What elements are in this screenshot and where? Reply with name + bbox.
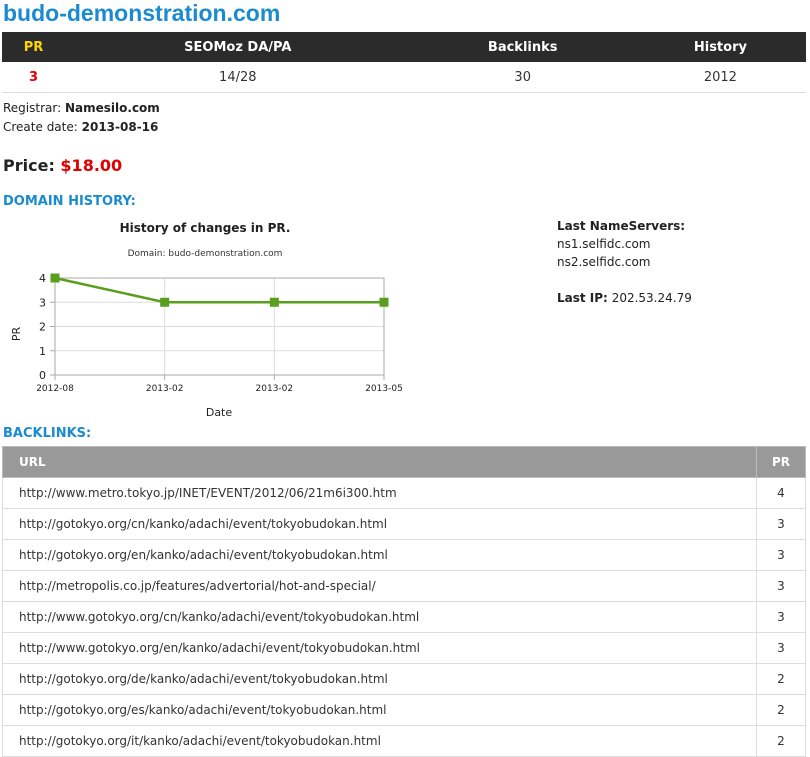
table-row: http://www.gotokyo.org/cn/kanko/adachi/e… (2, 601, 806, 633)
stats-table: PR SEOMoz DA/PA Backlinks History 3 14/2… (2, 32, 806, 93)
last-ip-label: Last IP: (557, 291, 608, 305)
stats-value-seomoz: 14/28 (64, 62, 411, 93)
table-row: http://www.gotokyo.org/en/kanko/adachi/e… (2, 632, 806, 664)
backlink-url[interactable]: http://gotokyo.org/en/kanko/adachi/event… (2, 539, 757, 571)
stats-header-backlinks: Backlinks (410, 32, 635, 62)
x-tick-label: 2013-02 (146, 384, 184, 394)
backlinks-header-url[interactable]: URL (2, 446, 757, 478)
domain-history-title: DOMAIN HISTORY: (3, 194, 136, 209)
price: Price: $18.00 (3, 156, 122, 175)
table-row: http://gotokyo.org/es/kanko/adachi/event… (2, 694, 806, 726)
backlinks-header-pr[interactable]: PR (756, 446, 806, 478)
price-label: Price: (3, 156, 55, 175)
registrar-label: Registrar: (3, 101, 62, 115)
stats-value-row: 3 14/28 30 2012 (2, 62, 806, 93)
chart-subtitle: Domain: budo-demonstration.com (128, 249, 283, 259)
pr-history-chart: History of changes in PR. Domain: budo-d… (10, 221, 403, 419)
create-date-info: Create date: 2013-08-16 (3, 120, 158, 134)
backlink-url[interactable]: http://www.gotokyo.org/cn/kanko/adachi/e… (2, 601, 757, 633)
table-row: http://gotokyo.org/en/kanko/adachi/event… (2, 539, 806, 571)
backlink-pr: 3 (756, 539, 806, 571)
stats-header-seomoz: SEOMoz DA/PA (64, 32, 411, 62)
stats-header-pr: PR (2, 32, 65, 62)
pr-data-point (269, 297, 279, 307)
nameserver-1: ns1.selfidc.com (557, 237, 651, 251)
table-row: http://www.metro.tokyo.jp/INET/EVENT/201… (2, 477, 806, 509)
backlink-pr: 3 (756, 601, 806, 633)
backlink-url[interactable]: http://gotokyo.org/es/kanko/adachi/event… (2, 694, 757, 726)
x-tick-label: 2012-08 (36, 384, 74, 394)
backlinks-header-row: URL PR (2, 446, 806, 478)
x-axis-label: Date (206, 406, 233, 419)
create-date-value: 2013-08-16 (81, 120, 159, 134)
backlink-pr: 3 (756, 632, 806, 664)
backlink-pr: 2 (756, 663, 806, 695)
last-ip-value: 202.53.24.79 (611, 291, 692, 305)
price-value: $18.00 (60, 156, 123, 175)
y-tick-label: 3 (39, 296, 46, 309)
stats-value-history: 2012 (634, 62, 806, 93)
stats-header-history: History (634, 32, 806, 62)
backlinks-title: BACKLINKS: (3, 426, 92, 441)
backlink-url[interactable]: http://gotokyo.org/de/kanko/adachi/event… (2, 663, 757, 695)
create-date-label: Create date: (3, 120, 78, 134)
backlink-url[interactable]: http://gotokyo.org/it/kanko/adachi/event… (2, 725, 757, 757)
table-row: http://gotokyo.org/it/kanko/adachi/event… (2, 725, 806, 757)
backlink-pr: 2 (756, 725, 806, 757)
backlink-url[interactable]: http://gotokyo.org/cn/kanko/adachi/event… (2, 508, 757, 540)
nameservers-label: Last NameServers: (557, 219, 686, 233)
x-tick-label: 2013-02 (256, 384, 294, 394)
registrar-value: Namesilo.com (64, 101, 160, 115)
backlink-url[interactable]: http://metropolis.co.jp/features/adverto… (2, 570, 757, 602)
backlink-pr: 3 (756, 570, 806, 602)
y-tick-label: 0 (39, 369, 46, 382)
pr-data-point (379, 297, 389, 307)
backlink-url[interactable]: http://www.gotokyo.org/en/kanko/adachi/e… (2, 632, 757, 664)
backlink-url[interactable]: http://www.metro.tokyo.jp/INET/EVENT/201… (2, 477, 757, 509)
table-row: http://metropolis.co.jp/features/adverto… (2, 570, 806, 602)
registrar-info: Registrar: Namesilo.com (3, 101, 160, 115)
backlinks-table: URL PR http://www.metro.tokyo.jp/INET/EV… (2, 446, 806, 757)
site-title[interactable]: budo-demonstration.com (3, 0, 280, 27)
y-tick-label: 2 (39, 321, 46, 334)
backlink-pr: 3 (756, 508, 806, 540)
stats-value-backlinks: 30 (410, 62, 635, 93)
y-tick-label: 4 (39, 272, 46, 285)
pr-series-line (54, 276, 384, 304)
chart-title: History of changes in PR. (120, 221, 291, 235)
backlink-pr: 2 (756, 694, 806, 726)
y-axis-label: PR (10, 327, 23, 342)
stats-value-pr: 3 (2, 62, 65, 93)
stats-header-row: PR SEOMoz DA/PA Backlinks History (2, 32, 806, 62)
backlink-pr: 4 (756, 477, 806, 509)
pr-data-point (50, 273, 60, 283)
pr-data-point (160, 297, 170, 307)
y-tick-label: 1 (39, 345, 46, 358)
table-row: http://gotokyo.org/de/kanko/adachi/event… (2, 663, 806, 695)
table-row: http://gotokyo.org/cn/kanko/adachi/event… (2, 508, 806, 540)
last-ip: Last IP: 202.53.24.79 (557, 291, 692, 305)
nameserver-2: ns2.selfidc.com (557, 255, 651, 269)
x-tick-label: 2013-05 (365, 384, 403, 394)
